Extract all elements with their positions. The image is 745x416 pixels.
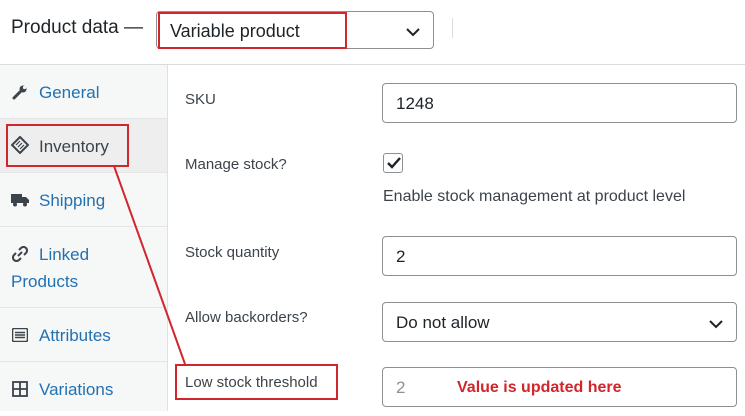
backorders-value: Do not allow xyxy=(396,313,490,332)
annotation-note: Value is updated here xyxy=(457,379,622,396)
list-icon xyxy=(11,326,29,344)
product-type-value: Variable product xyxy=(170,21,300,41)
tab-attributes[interactable]: Attributes xyxy=(0,308,167,362)
tab-general-label: General xyxy=(39,83,100,102)
product-data-tabs: General Inventory Shipping Linked Produc… xyxy=(0,65,168,411)
wrench-icon xyxy=(11,83,29,101)
sku-label: SKU xyxy=(185,91,216,108)
chevron-down-icon xyxy=(708,316,724,334)
tab-inventory[interactable]: Inventory xyxy=(0,119,167,173)
tab-general[interactable]: General xyxy=(0,65,167,119)
tab-attributes-label: Attributes xyxy=(39,326,111,345)
checkmark-icon xyxy=(387,157,401,169)
tab-inventory-label: Inventory xyxy=(39,137,109,156)
tab-variations-label: Variations xyxy=(39,380,114,399)
low-stock-label: Low stock threshold xyxy=(185,374,318,391)
sku-value: 1248 xyxy=(396,94,434,113)
tab-shipping[interactable]: Shipping xyxy=(0,173,167,227)
backorders-select[interactable]: Do not allow xyxy=(382,302,737,342)
manage-stock-description: Enable stock management at product level xyxy=(383,188,686,205)
tab-variations[interactable]: Variations xyxy=(0,362,167,416)
manage-stock-label: Manage stock? xyxy=(185,156,287,173)
header-divider xyxy=(452,18,453,38)
tag-icon xyxy=(11,136,29,154)
sku-input[interactable]: 1248 xyxy=(382,83,737,123)
stock-quantity-input[interactable]: 2 xyxy=(382,236,737,276)
link-icon xyxy=(11,245,29,263)
tab-linked-products[interactable]: Linked Products xyxy=(0,227,167,308)
chevron-down-icon xyxy=(405,24,421,42)
product-data-header: Product data — Variable product xyxy=(0,0,745,65)
product-data-title: Product data — xyxy=(11,17,144,38)
tab-shipping-label: Shipping xyxy=(39,191,106,210)
truck-icon xyxy=(11,191,29,209)
manage-stock-checkbox[interactable] xyxy=(383,153,403,173)
tab-linked-label-line2: Products xyxy=(11,272,79,291)
backorders-label: Allow backorders? xyxy=(185,309,308,326)
tab-linked-label-line1: Linked xyxy=(39,245,90,264)
product-type-select[interactable]: Variable product xyxy=(156,11,434,49)
stock-quantity-label: Stock quantity xyxy=(185,244,280,261)
grid-icon xyxy=(11,380,29,398)
low-stock-value: 2 xyxy=(396,378,406,397)
stock-quantity-value: 2 xyxy=(396,247,406,266)
